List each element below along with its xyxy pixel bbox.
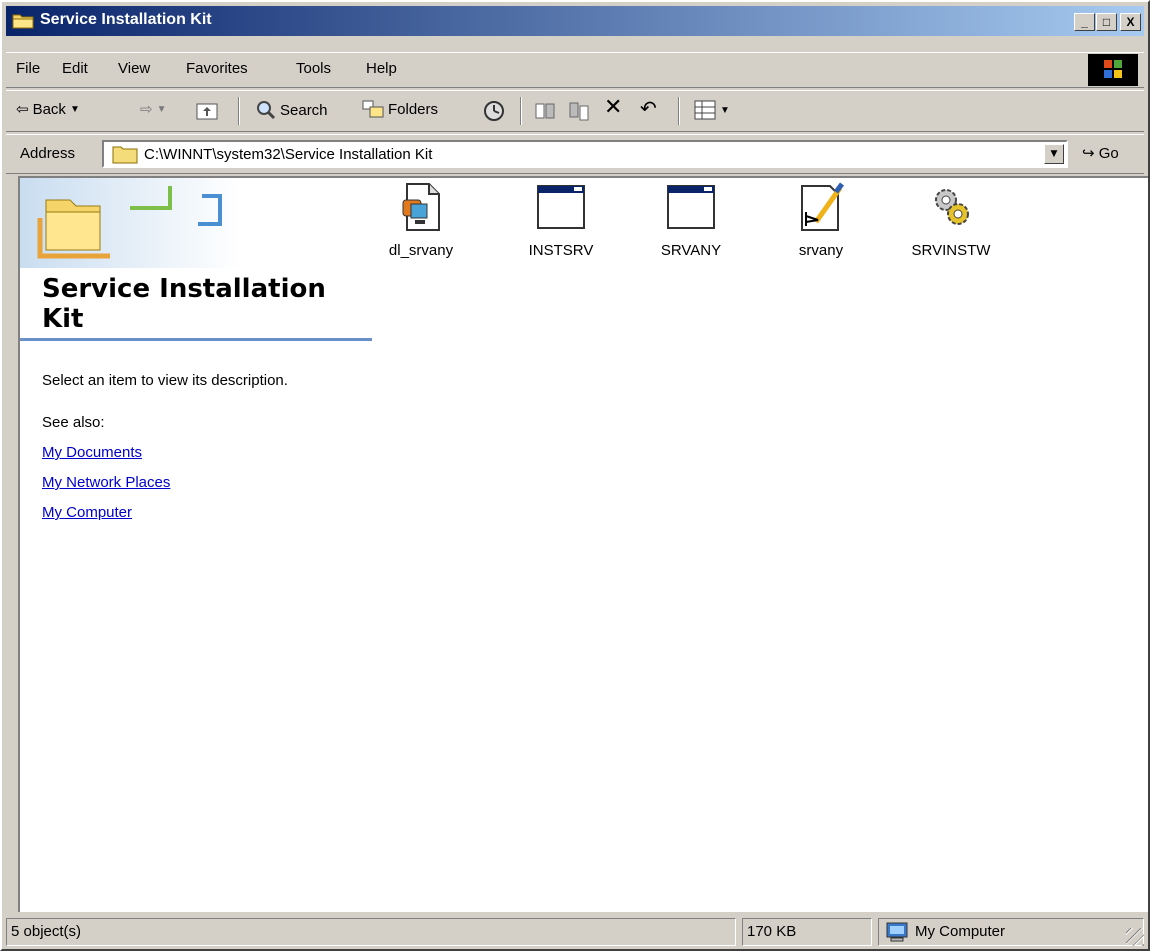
forward-arrow-icon: ⇨ xyxy=(140,101,153,118)
status-zone-label: My Computer xyxy=(915,923,1006,940)
menu-file[interactable]: File xyxy=(16,60,40,77)
back-label: Back xyxy=(32,100,66,118)
undo-icon: ↶ xyxy=(640,98,657,120)
link-my-network-places[interactable]: My Network Places xyxy=(42,474,170,491)
folders-icon xyxy=(362,100,384,118)
history-button[interactable] xyxy=(482,100,506,122)
application-window-icon xyxy=(537,185,585,229)
address-dropdown-button[interactable]: ▼ xyxy=(1044,144,1064,164)
file-name: dl_srvany xyxy=(388,242,454,259)
gears-icon xyxy=(935,189,969,225)
status-bar: 5 object(s) 170 KB My Computer xyxy=(6,916,1144,948)
web-view-panel: Service Installation Kit Select an item … xyxy=(20,178,376,878)
address-value: C:\WINNT\system32\Service Installation K… xyxy=(144,146,433,163)
address-input[interactable]: C:\WINNT\system32\Service Installation K… xyxy=(102,140,1068,168)
status-object-count: 5 object(s) xyxy=(6,918,736,946)
folder-icon xyxy=(112,146,138,164)
menu-bar: File Edit View Favorites Tools Help xyxy=(6,52,1144,88)
folder-icon xyxy=(12,14,34,29)
window-title: Service Installation Kit xyxy=(40,11,212,28)
link-my-computer[interactable]: My Computer xyxy=(42,504,132,521)
document-exe-icon xyxy=(402,183,440,231)
go-label: Go xyxy=(1098,145,1119,162)
menu-tools[interactable]: Tools xyxy=(296,60,331,77)
file-name: srvany xyxy=(798,242,844,259)
views-icon xyxy=(694,100,716,120)
chevron-down-icon: ▼ xyxy=(156,103,167,115)
search-label: Search xyxy=(280,101,328,119)
menu-view[interactable]: View xyxy=(118,60,150,77)
application-window-icon xyxy=(667,185,715,229)
undo-button[interactable]: ↶ xyxy=(640,96,657,121)
explorer-window: Service Installation Kit _ □ X File Edit… xyxy=(0,0,1150,951)
file-item[interactable]: INSTSRV xyxy=(506,182,616,259)
move-to-button[interactable] xyxy=(534,100,556,122)
history-icon xyxy=(484,101,504,121)
folders-label: Folders xyxy=(388,100,439,118)
menu-help[interactable]: Help xyxy=(366,60,397,77)
minimize-button[interactable]: _ xyxy=(1074,13,1095,31)
chevron-down-icon: ▼ xyxy=(1050,149,1058,159)
link-my-documents[interactable]: My Documents xyxy=(42,444,142,461)
copy-to-icon xyxy=(569,102,589,121)
up-folder-button[interactable] xyxy=(196,100,218,120)
file-name: SRVANY xyxy=(660,242,722,259)
file-item[interactable]: dl_srvany xyxy=(366,182,476,259)
views-button[interactable]: ▼ xyxy=(694,100,730,120)
search-icon xyxy=(257,101,276,120)
description-text: Select an item to view its description. xyxy=(42,372,288,389)
wordpad-document-icon xyxy=(801,182,844,231)
title-bar[interactable]: Service Installation Kit _ □ X xyxy=(6,6,1144,36)
move-to-icon xyxy=(535,103,555,119)
menu-edit[interactable]: Edit xyxy=(62,60,88,77)
status-size: 170 KB xyxy=(742,918,872,946)
folders-button[interactable]: Folders xyxy=(362,100,438,118)
maximize-button[interactable]: □ xyxy=(1096,13,1117,31)
forward-button[interactable]: ⇨ ▼ xyxy=(140,100,166,118)
delete-button[interactable]: ✕ xyxy=(604,94,622,120)
my-computer-icon xyxy=(886,922,908,942)
address-bar: Address C:\WINNT\system32\Service Instal… xyxy=(6,134,1144,174)
title-divider xyxy=(20,338,372,341)
copy-to-button[interactable] xyxy=(568,100,590,122)
menu-favorites[interactable]: Favorites xyxy=(186,60,248,77)
folder-banner-icon xyxy=(20,178,240,268)
chevron-down-icon: ▼ xyxy=(69,103,80,115)
up-folder-icon xyxy=(196,103,218,120)
address-label: Address xyxy=(20,145,76,162)
search-button[interactable]: Search xyxy=(256,100,328,120)
windows-logo-icon xyxy=(1088,54,1138,86)
chevron-down-icon: ▼ xyxy=(720,104,730,116)
see-also-label: See also: xyxy=(42,414,105,431)
back-arrow-icon: ⇦ xyxy=(16,101,29,118)
go-button[interactable]: ↪ Go xyxy=(1082,144,1119,162)
file-item[interactable]: SRVANY xyxy=(636,182,746,259)
file-item[interactable]: srvany xyxy=(766,182,876,259)
back-button[interactable]: ⇦ Back ▼ xyxy=(16,100,80,119)
delete-icon: ✕ xyxy=(604,94,623,119)
standard-toolbar: ⇦ Back ▼ ⇨ ▼ Search Folders ✕ ↶ ▼ xyxy=(6,90,1144,132)
close-button[interactable]: X xyxy=(1120,13,1141,31)
folder-title: Service Installation Kit xyxy=(42,274,326,334)
resize-grip[interactable] xyxy=(1126,928,1144,946)
go-arrow-icon: ↪ xyxy=(1082,145,1095,162)
file-name: INSTSRV xyxy=(528,242,594,259)
file-name: SRVINSTW xyxy=(911,242,991,259)
file-item[interactable]: SRVINSTW xyxy=(896,182,1006,259)
folder-view: Service Installation Kit Select an item … xyxy=(18,176,1148,912)
status-zone: My Computer xyxy=(878,918,1144,946)
